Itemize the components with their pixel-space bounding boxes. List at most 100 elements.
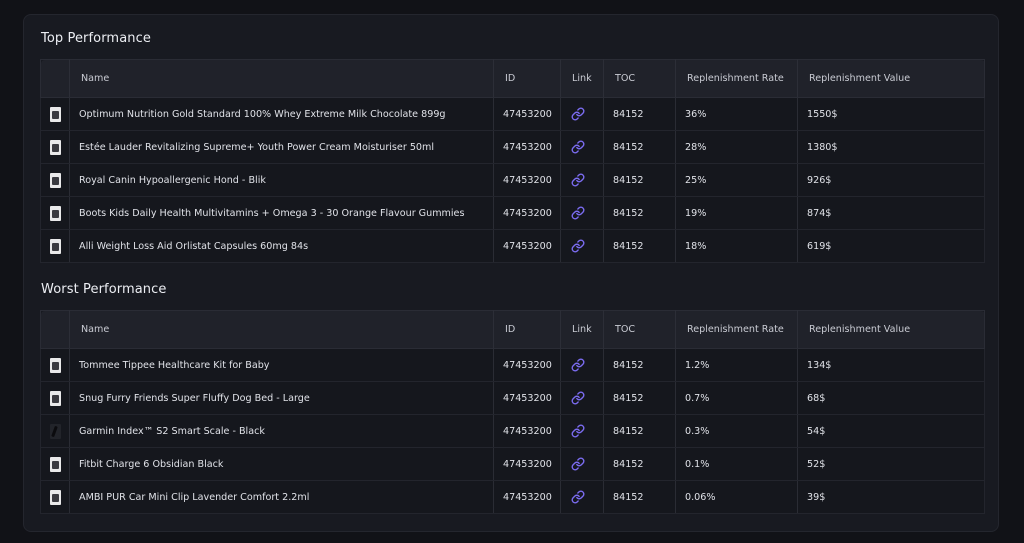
replenishment-value: 68$ bbox=[797, 381, 985, 415]
product-id: 47453200 bbox=[493, 414, 561, 448]
table-row[interactable]: AMBI PUR Car Mini Clip Lavender Comfort … bbox=[40, 480, 985, 514]
product-name: Boots Kids Daily Health Multivitamins + … bbox=[69, 196, 494, 230]
link-cell bbox=[560, 381, 604, 415]
toc-value: 84152 bbox=[603, 414, 676, 448]
toc-value: 84152 bbox=[603, 130, 676, 164]
thumbnail-cell bbox=[40, 447, 70, 481]
table-header-row: Name ID Link TOC Replenishment Rate Replenish… bbox=[40, 310, 985, 349]
thumbnail-cell bbox=[40, 348, 70, 382]
toc-value: 84152 bbox=[603, 97, 676, 131]
product-name: Tommee Tippee Healthcare Kit for Baby bbox=[69, 348, 494, 382]
table-row[interactable]: Boots Kids Daily Health Multivitamins + … bbox=[40, 196, 985, 230]
link-icon[interactable] bbox=[571, 391, 585, 405]
column-header-id-column[interactable]: ID bbox=[493, 310, 561, 349]
link-icon[interactable] bbox=[571, 107, 585, 121]
column-header-toc-column[interactable]: TOC bbox=[603, 59, 676, 98]
fitness-tracker-image bbox=[49, 456, 61, 472]
table-row[interactable]: Garmin Index™ S2 Smart Scale - Black 4745… bbox=[40, 414, 985, 448]
table-row[interactable]: Royal Canin Hypoallergenic Hond - Blik 47… bbox=[40, 163, 985, 197]
column-header-id-column[interactable]: ID bbox=[493, 59, 561, 98]
column-header-value-column[interactable]: Replenishment Value bbox=[797, 59, 985, 98]
product-id: 47453200 bbox=[493, 163, 561, 197]
product-name: Optimum Nutrition Gold Standard 100% Whe… bbox=[69, 97, 494, 131]
link-icon[interactable] bbox=[571, 206, 585, 220]
table-header-row: Name ID Link TOC Replenishment Rate Replenish… bbox=[40, 59, 985, 98]
product-name: Estée Lauder Revitalizing Supreme+ Youth… bbox=[69, 130, 494, 164]
link-cell bbox=[560, 196, 604, 230]
replenishment-rate: 0.7% bbox=[675, 381, 798, 415]
column-header-name-column[interactable]: Name bbox=[69, 310, 494, 349]
cream-jar-image bbox=[49, 139, 61, 155]
replenishment-rate: 25% bbox=[675, 163, 798, 197]
thumbnail-cell bbox=[40, 97, 70, 131]
replenishment-rate: 18% bbox=[675, 229, 798, 263]
replenishment-value: 54$ bbox=[797, 414, 985, 448]
section-title: Worst Performance bbox=[41, 282, 167, 297]
toc-value: 84152 bbox=[603, 348, 676, 382]
toc-value: 84152 bbox=[603, 229, 676, 263]
replenishment-rate: 0.3% bbox=[675, 414, 798, 448]
replenishment-rate: 28% bbox=[675, 130, 798, 164]
thumbnail-cell bbox=[40, 229, 70, 263]
link-cell bbox=[560, 130, 604, 164]
replenishment-value: 1380$ bbox=[797, 130, 985, 164]
column-header-link-column[interactable]: Link bbox=[560, 59, 604, 98]
product-name: Alli Weight Loss Aid Orlistat Capsules 6… bbox=[69, 229, 494, 263]
product-id: 47453200 bbox=[493, 447, 561, 481]
column-header-rate-column[interactable]: Replenishment Rate bbox=[675, 59, 798, 98]
dog-food-bag-image bbox=[49, 172, 61, 188]
product-name: Royal Canin Hypoallergenic Hond - Blik bbox=[69, 163, 494, 197]
top-performance-table: Name ID Link TOC Replenishment Rate Replenish… bbox=[40, 59, 985, 263]
link-icon[interactable] bbox=[571, 424, 585, 438]
smart-scale-image bbox=[49, 423, 61, 439]
replenishment-value: 874$ bbox=[797, 196, 985, 230]
product-id: 47453200 bbox=[493, 348, 561, 382]
healthcare-kit-image bbox=[49, 357, 61, 373]
column-header-link-column[interactable]: Link bbox=[560, 310, 604, 349]
replenishment-rate: 0.06% bbox=[675, 480, 798, 514]
table-row[interactable]: Snug Furry Friends Super Fluffy Dog Bed … bbox=[40, 381, 985, 415]
replenishment-value: 39$ bbox=[797, 480, 985, 514]
table-row[interactable]: Tommee Tippee Healthcare Kit for Baby 474… bbox=[40, 348, 985, 382]
link-icon[interactable] bbox=[571, 239, 585, 253]
link-icon[interactable] bbox=[571, 140, 585, 154]
link-cell bbox=[560, 97, 604, 131]
performance-card: Top Performance Name ID Link TOC Replenishmen… bbox=[23, 14, 999, 532]
link-icon[interactable] bbox=[571, 358, 585, 372]
column-header-toc-column[interactable]: TOC bbox=[603, 310, 676, 349]
column-header-thumb-column bbox=[40, 310, 70, 349]
link-icon[interactable] bbox=[571, 457, 585, 471]
link-cell bbox=[560, 480, 604, 514]
worst-performance-table: Name ID Link TOC Replenishment Rate Replenish… bbox=[40, 310, 985, 514]
replenishment-value: 1550$ bbox=[797, 97, 985, 131]
product-id: 47453200 bbox=[493, 97, 561, 131]
link-icon[interactable] bbox=[571, 490, 585, 504]
replenishment-value: 52$ bbox=[797, 447, 985, 481]
thumbnail-cell bbox=[40, 196, 70, 230]
replenishment-value: 619$ bbox=[797, 229, 985, 263]
link-icon[interactable] bbox=[571, 173, 585, 187]
thumbnail-cell bbox=[40, 381, 70, 415]
replenishment-value: 134$ bbox=[797, 348, 985, 382]
column-header-rate-column[interactable]: Replenishment Rate bbox=[675, 310, 798, 349]
table-row[interactable]: Fitbit Charge 6 Obsidian Black 47453200 84… bbox=[40, 447, 985, 481]
link-cell bbox=[560, 163, 604, 197]
thumbnail-cell bbox=[40, 163, 70, 197]
replenishment-value: 926$ bbox=[797, 163, 985, 197]
column-header-value-column[interactable]: Replenishment Value bbox=[797, 310, 985, 349]
link-cell bbox=[560, 414, 604, 448]
table-row[interactable]: Estée Lauder Revitalizing Supreme+ Youth… bbox=[40, 130, 985, 164]
dog-bed-image bbox=[49, 390, 61, 406]
product-name: AMBI PUR Car Mini Clip Lavender Comfort … bbox=[69, 480, 494, 514]
product-id: 47453200 bbox=[493, 196, 561, 230]
thumbnail-cell bbox=[40, 414, 70, 448]
thumbnail-cell bbox=[40, 130, 70, 164]
column-header-name-column[interactable]: Name bbox=[69, 59, 494, 98]
toc-value: 84152 bbox=[603, 480, 676, 514]
whey-protein-tub-image bbox=[49, 106, 61, 122]
link-cell bbox=[560, 229, 604, 263]
table-row[interactable]: Optimum Nutrition Gold Standard 100% Whe… bbox=[40, 97, 985, 131]
product-id: 47453200 bbox=[493, 229, 561, 263]
table-row[interactable]: Alli Weight Loss Aid Orlistat Capsules 6… bbox=[40, 229, 985, 263]
section-title: Top Performance bbox=[41, 31, 151, 46]
